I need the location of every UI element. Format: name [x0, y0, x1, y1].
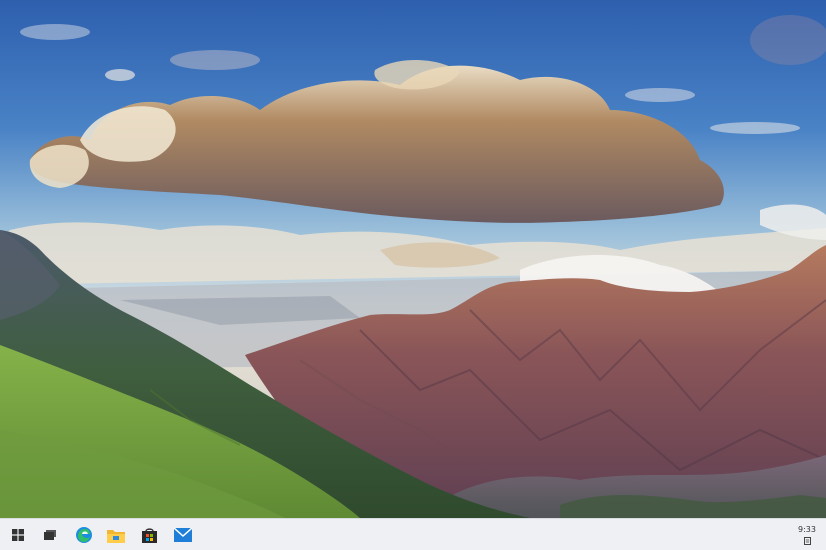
store-bag-icon	[141, 527, 158, 544]
taskbar-app-edge[interactable]	[69, 522, 99, 548]
taskbar-app-mail[interactable]	[168, 522, 198, 548]
taskbar-app-file-explorer[interactable]	[101, 522, 131, 548]
system-tray[interactable]: 9:33	[792, 522, 822, 548]
mail-icon	[174, 528, 192, 542]
notification-icon[interactable]	[804, 537, 811, 545]
edge-browser-icon	[75, 526, 93, 544]
clock[interactable]: 9:33	[798, 525, 816, 535]
taskbar-app-store[interactable]	[134, 522, 164, 548]
folder-icon	[107, 528, 125, 543]
task-view-button[interactable]	[35, 522, 65, 548]
task-view-icon	[44, 530, 56, 540]
taskbar: 9:33	[0, 518, 826, 550]
start-button[interactable]	[3, 522, 33, 548]
landscape-wallpaper	[0, 0, 826, 518]
desktop-wallpaper	[0, 0, 826, 518]
windows-logo-icon	[12, 529, 24, 541]
